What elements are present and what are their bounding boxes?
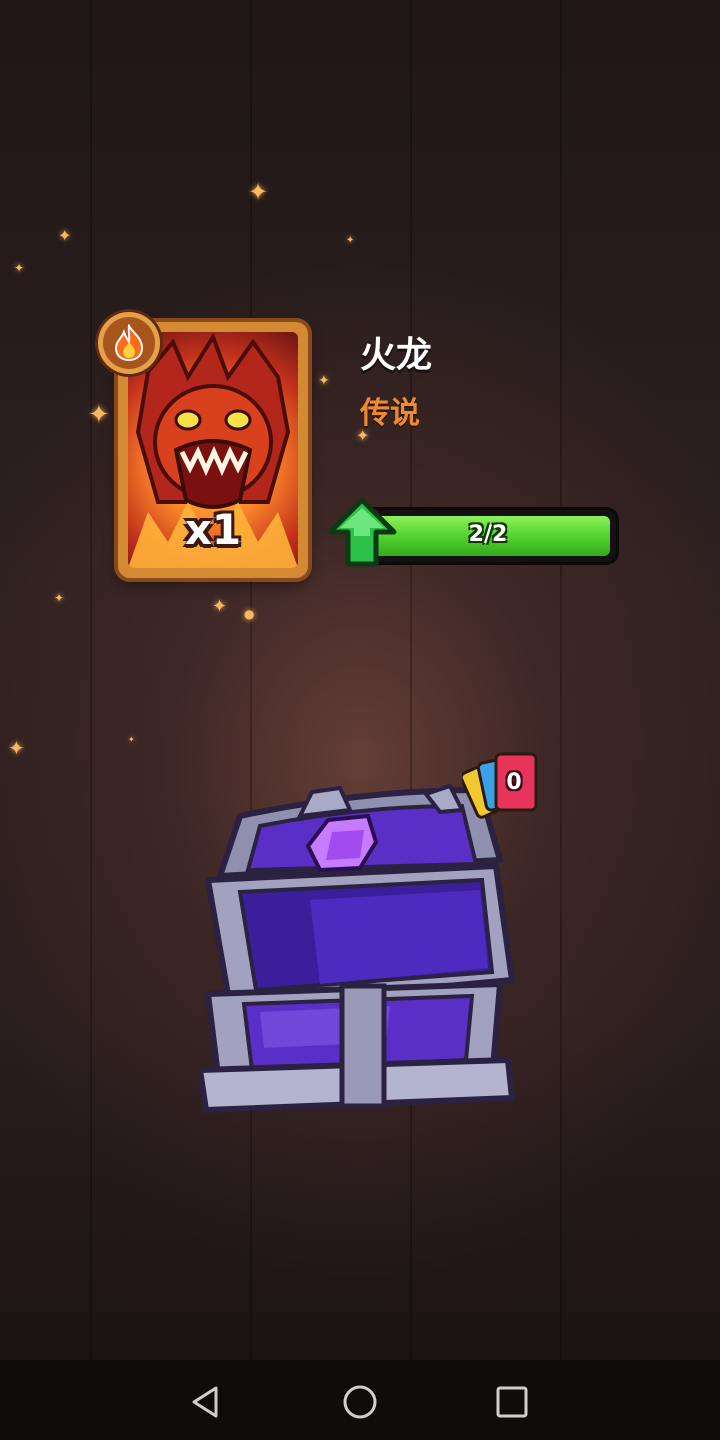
sparkle-icon: ✦ [128,735,135,744]
sparkle-icon: ✦ [54,591,65,605]
remaining-cards-count: 0 [506,770,522,795]
home-button[interactable] [338,1380,382,1424]
recents-square-icon [496,1386,528,1418]
sparkle-icon: ✦ [318,373,330,389]
sparkle-icon: ✦ [346,235,355,246]
sparkle-icon: ✦ [58,226,72,245]
fire-icon [114,324,144,362]
progress-text: 2/2 [468,522,508,547]
purple-chest-icon[interactable] [200,780,530,1120]
rarity-label: 传说 [360,396,420,431]
wood-plank-line [90,0,92,1360]
system-nav-bar [0,1360,720,1440]
sparkle-icon: ✦ [248,178,269,206]
wood-plank-line [410,0,412,1360]
sparkle-icon: ✦ [212,596,228,617]
sparkle-icon: ● [244,607,255,621]
sparkle-icon: ✦ [14,261,25,275]
hero-portrait: x1 [128,332,298,568]
recents-button[interactable] [490,1380,534,1424]
sparkle-icon: ✦ [88,400,110,430]
sparkle-icon: ✦ [8,736,25,760]
wood-plank-line [560,0,562,1360]
home-circle-icon [343,1385,377,1419]
card-progress-bar: 2/2 [360,510,616,562]
card-quantity: x1 [184,505,242,554]
upgrade-arrow-icon [327,497,397,567]
element-badge [98,312,160,374]
background [0,0,720,1440]
back-triangle-icon [192,1386,218,1418]
back-button[interactable] [184,1380,228,1424]
card-name: 火龙 [360,335,433,376]
